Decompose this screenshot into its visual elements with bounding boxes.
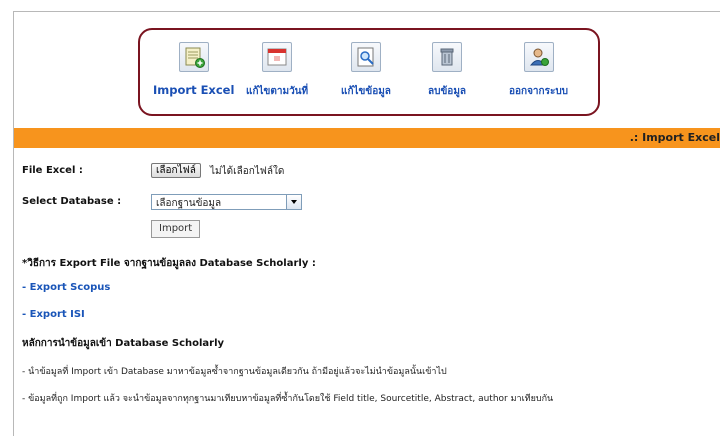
toolbar-item-label: แก้ไขข้อมูล (341, 86, 391, 97)
toolbar-delete[interactable]: ลบข้อมูล (428, 42, 466, 99)
toolbar-logout[interactable]: ออกจากระบบ (509, 42, 568, 99)
calendar-icon (262, 42, 293, 72)
toolbar-item-label: ออกจากระบบ (509, 86, 569, 97)
export-instructions-heading: *วิธีการ Export File จากฐานข้อมูลลง Data… (22, 258, 316, 269)
principle-rule-2: - ข้อมูลที่ถูก Import แล้ว จะนำข้อมูลจาก… (22, 394, 554, 404)
logout-user-icon (523, 42, 554, 72)
toolbar-edit-data[interactable]: แก้ไขข้อมูล (341, 42, 391, 99)
chevron-down-icon[interactable] (286, 195, 301, 209)
import-button[interactable]: Import (151, 220, 201, 238)
export-scopus-link[interactable]: - Export Scopus (22, 282, 110, 293)
toolbar-import-excel[interactable]: Import Excel (153, 42, 234, 97)
file-status-text: ไม่ได้เลือกไฟล์ใด (210, 166, 285, 177)
database-select-value: เลือกฐานข้อมูล (156, 198, 222, 209)
toolbar-item-label: Import Excel (153, 83, 235, 97)
choose-file-button[interactable]: เลือกไฟล์ (151, 163, 201, 178)
principle-rule-1: - นำข้อมูลที่ Import เข้า Database มาหาข… (22, 367, 447, 377)
toolbar-item-label: แก้ไขตามวันที่ (246, 86, 309, 97)
import-principles-heading: หลักการนำข้อมูลเข้า Database Scholarly (22, 338, 225, 349)
toolbar-edit-by-date[interactable]: แก้ไขตามวันที่ (246, 42, 308, 99)
edit-search-icon (350, 42, 381, 72)
section-header-bar: .: Import Excel (14, 128, 720, 148)
toolbar-item-label: ลบข้อมูล (428, 86, 467, 97)
database-select[interactable]: เลือกฐานข้อมูล (151, 194, 302, 210)
trash-icon (432, 42, 463, 72)
select-database-label: Select Database : (22, 196, 122, 207)
excel-icon (178, 42, 209, 72)
main-toolbar: Import Excel แก้ไขตามวันที่ แก้ไขข้อมูล (138, 28, 600, 116)
file-excel-label: File Excel : (22, 165, 83, 176)
section-title: .: Import Excel (629, 131, 720, 144)
export-isi-link[interactable]: - Export ISI (22, 309, 85, 320)
